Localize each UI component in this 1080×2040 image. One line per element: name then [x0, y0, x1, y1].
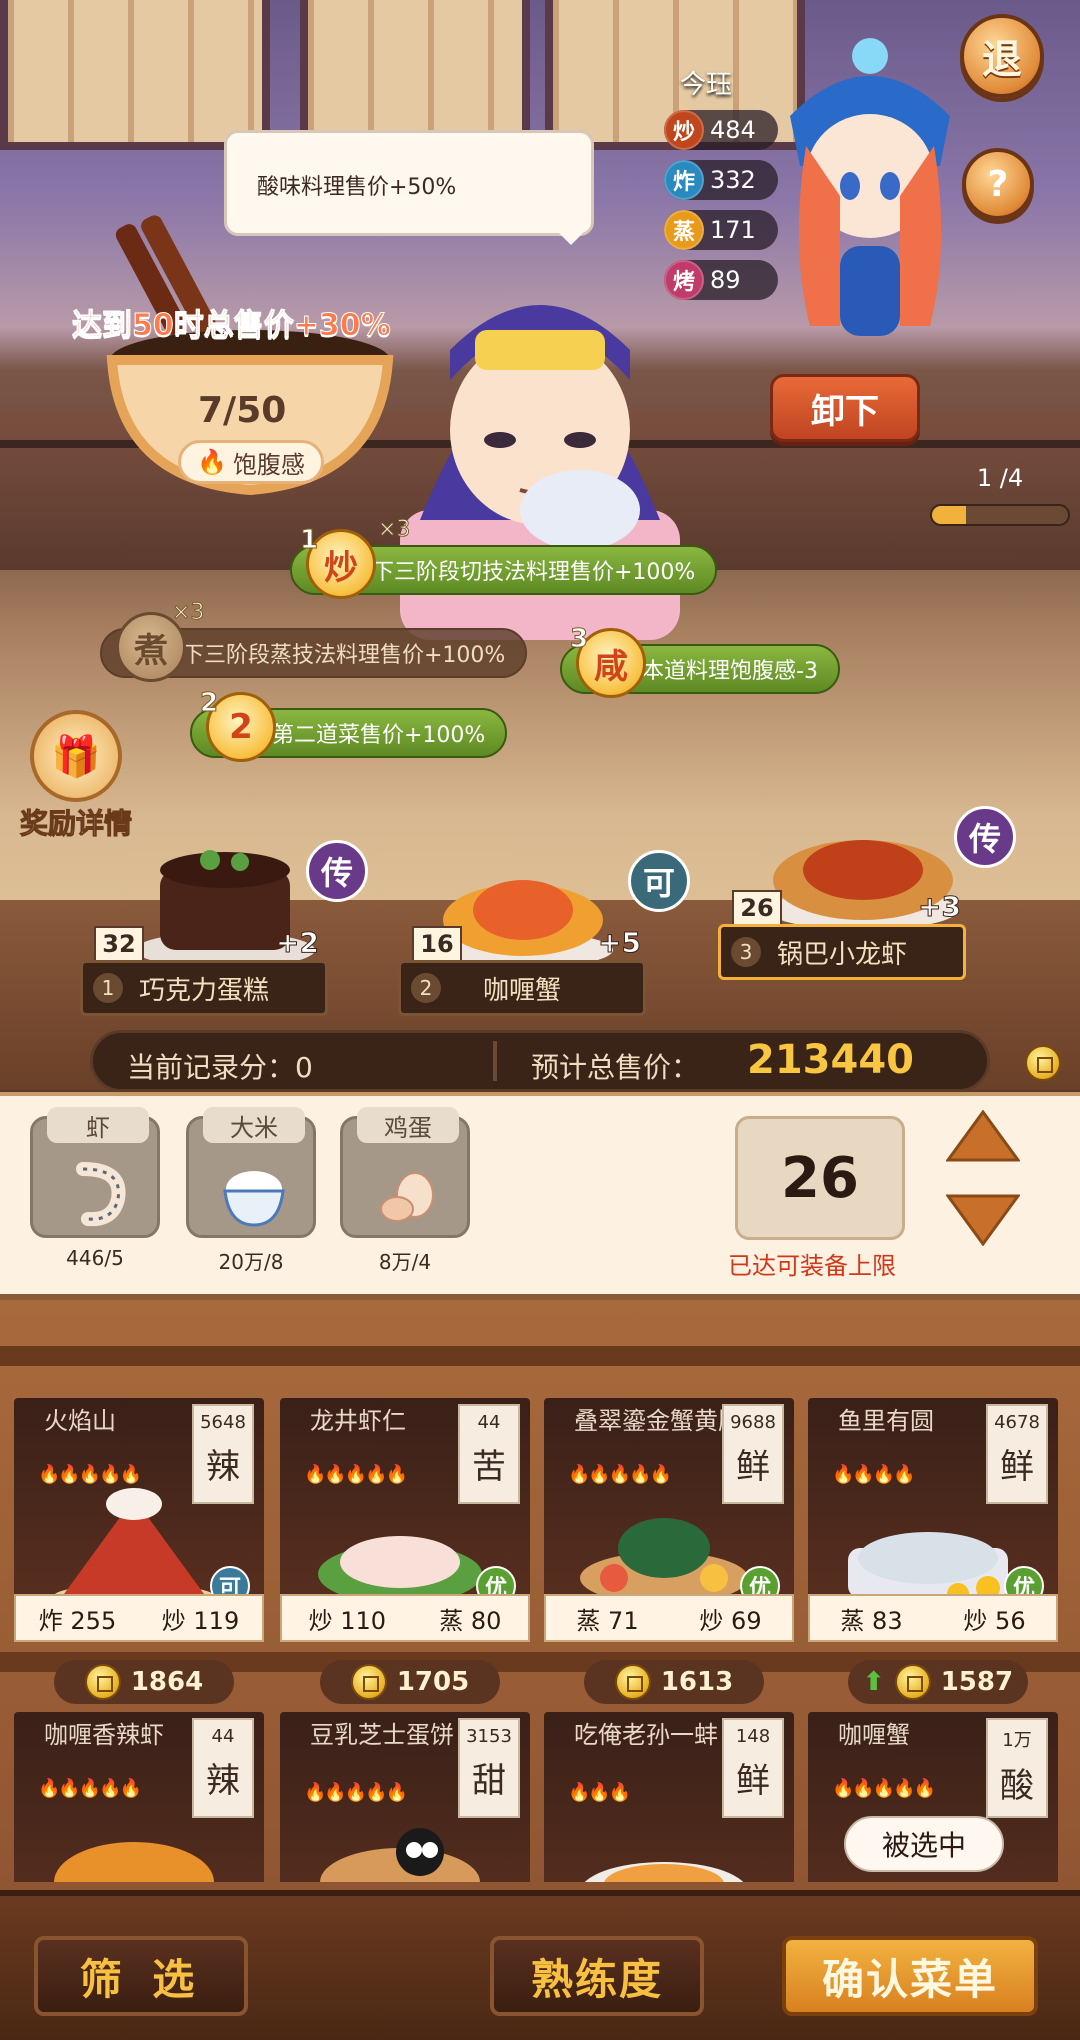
food-image [54, 1488, 214, 1608]
gift-icon: 🎁 [30, 710, 122, 802]
dish-qty: 32 [94, 926, 144, 962]
bowl-bonus-text: 达到50时总售价+30% [72, 308, 392, 344]
food-image [848, 1532, 1008, 1605]
reward-details-button[interactable]: 🎁 奖励详情 [6, 710, 146, 841]
dish-slot-2[interactable]: 可 16 +5 2 咖喱蟹 [398, 840, 690, 1016]
character-name: 今珏 [680, 70, 733, 100]
recipe-card[interactable]: 火焰山 5648 辣 🔥🔥🔥🔥🔥 可 炸 255 炒 119 1864 [14, 1398, 264, 1704]
confirm-menu-button[interactable]: 确认菜单 [782, 1936, 1038, 2016]
rarity-badge: 传 [306, 840, 368, 902]
fullness-plus: +2 [276, 926, 320, 960]
food-image [584, 1862, 744, 1882]
buff-item: 煮 ×3 下三阶段蒸技法料理售价+100% [100, 600, 528, 682]
fullness-progress: 7/50 [198, 390, 287, 431]
shrimp-icon [76, 1162, 126, 1227]
total-price: 213440 [747, 1037, 914, 1083]
rice-bowl-icon [223, 1171, 285, 1227]
recipe-card[interactable]: 龙井虾仁 44 苦 🔥🔥🔥🔥🔥 优 炒 110 蒸 80 1705 [280, 1398, 530, 1704]
proficiency-button[interactable]: 熟练度 [490, 1936, 704, 2016]
coin-icon [1025, 1045, 1061, 1081]
arrow-down-icon[interactable] [946, 1192, 1020, 1246]
bottom-bar: 筛 选 熟练度 确认菜单 [0, 1890, 1080, 2040]
ingredient-item[interactable]: 大米 20万/8 [186, 1107, 316, 1275]
rarity-badge: 可 [628, 850, 690, 912]
selected-indicator: 被选中 [844, 1816, 1004, 1872]
exit-button[interactable]: 退 [960, 14, 1044, 98]
recipe-card[interactable]: 鱼里有圆 4678 鲜 🔥🔥🔥🔥 优 蒸 83 炒 56 ⬆ 1587 [808, 1398, 1058, 1704]
dish-qty: 16 [412, 926, 462, 962]
recipe-card[interactable]: 豆乳芝士蛋饼 3153 甜 🔥🔥🔥🔥🔥 [280, 1712, 530, 1882]
coin-icon [614, 1664, 651, 1700]
food-image [320, 1828, 480, 1882]
dish-name: 1 巧克力蛋糕 [80, 960, 328, 1016]
food-image [580, 1518, 748, 1604]
ingredient-item[interactable]: 虾 446/5 [30, 1107, 160, 1270]
stat-roast: 烤 89 [664, 260, 778, 300]
egg-icon [380, 1172, 434, 1222]
food-image [318, 1536, 482, 1604]
flame-icon: 🔥 [197, 448, 227, 476]
help-button[interactable]: ? [962, 148, 1034, 220]
dish-name: 3 锅巴小龙虾 [718, 924, 966, 980]
filter-button[interactable]: 筛 选 [34, 1936, 248, 2016]
rarity-badge: 传 [954, 806, 1016, 868]
ingredient-panel: 虾 446/5 大米 20万/8 鸡蛋 8万/4 26 已达可装备上限 [0, 1092, 1080, 1300]
recipe-card[interactable]: 叠翠鎏金蟹黄肥 9688 鲜 🔥🔥🔥🔥🔥 优 蒸 71 炒 69 1613 [544, 1398, 794, 1704]
stat-stir-fry: 炒 484 [664, 110, 778, 150]
coin-icon [894, 1664, 931, 1700]
unload-button[interactable]: 卸下 [770, 374, 920, 442]
page-progress-bar [930, 504, 1070, 526]
recipe-card[interactable]: 咖喱香辣虾 44 辣 🔥🔥🔥🔥🔥 [14, 1712, 264, 1882]
coin-icon [84, 1664, 121, 1700]
character-portrait [790, 38, 950, 336]
ingredient-item[interactable]: 鸡蛋 8万/4 [340, 1107, 470, 1275]
shoji-window-mid [300, 0, 530, 150]
fullness-plus: +3 [918, 890, 962, 924]
buff-item: 2 2 第二道菜售价+100% [190, 688, 508, 762]
flame-rating: 🔥🔥🔥🔥🔥 [832, 1778, 936, 1799]
fullness-label: 🔥 饱腹感 [178, 440, 324, 484]
stat-steam: 蒸 171 [664, 210, 778, 250]
recipe-card[interactable]: 吃俺老孙一蚌 148 鲜 🔥🔥🔥 [544, 1712, 794, 1882]
food-image [54, 1842, 214, 1882]
arrow-up-icon[interactable] [946, 1110, 1020, 1164]
buff-item: 炒 1 ×3 下三阶段切技法料理售价+100% [290, 517, 718, 599]
equip-count: 26 [735, 1116, 905, 1240]
arrow-up-icon: ⬆ [862, 1667, 885, 1697]
score-bar: 当前记录分：0 预计总售价： 213440 [90, 1030, 1061, 1092]
limit-text: 已达可装备上限 [728, 1252, 896, 1280]
buff-item: 咸 3 本道料理饱腹感-3 [560, 624, 840, 698]
dish-name: 2 咖喱蟹 [398, 960, 646, 1016]
stat-deep-fry: 炸 332 [664, 160, 778, 200]
coin-icon [350, 1664, 387, 1700]
fullness-plus: +5 [598, 926, 642, 960]
dish-qty: 26 [732, 890, 782, 926]
dish-slot-1[interactable]: 传 32 +2 1 巧克力蛋糕 [80, 840, 368, 1016]
shoji-window-left [0, 0, 270, 150]
